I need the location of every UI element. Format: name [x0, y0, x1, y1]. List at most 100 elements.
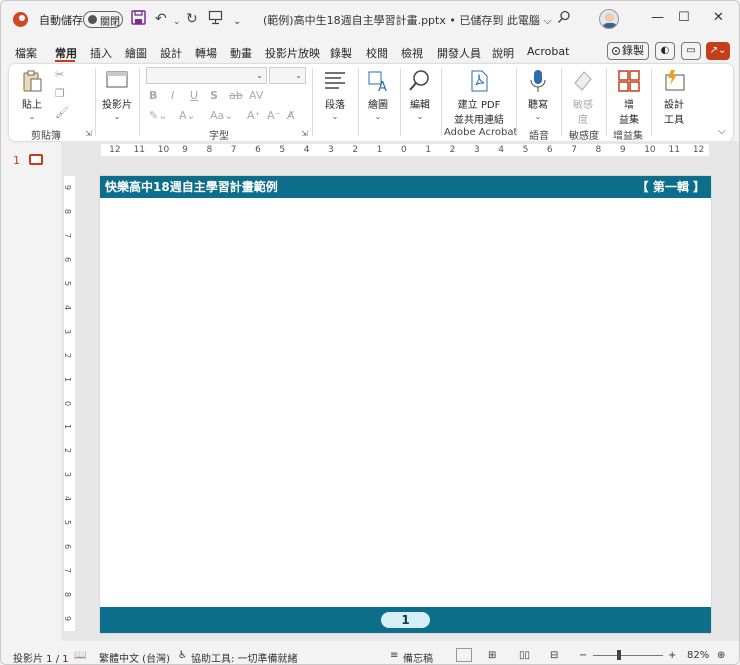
- tab-file[interactable]: 檔案: [15, 45, 37, 61]
- font-size-select[interactable]: ⌄: [269, 67, 306, 84]
- editing-button[interactable]: 編輯 ⌄: [404, 69, 436, 122]
- new-slide-button[interactable]: 投影片 ⌄: [101, 69, 133, 122]
- font-name-select[interactable]: ⌄: [146, 67, 267, 84]
- document-title[interactable]: (範例)高中生18週自主學習計畫.pptx • 已儲存到 此電腦 ⌵: [263, 12, 552, 28]
- paste-icon: [23, 70, 42, 92]
- zoom-out-button[interactable]: −: [579, 650, 587, 661]
- designer-button[interactable]: 設計 工具: [657, 69, 691, 126]
- collapse-ribbon-icon[interactable]: ⌵: [718, 126, 726, 137]
- customize-quick-access-icon[interactable]: ⌄: [233, 13, 241, 31]
- increase-font-icon[interactable]: A⁺: [247, 109, 260, 122]
- undo-dropdown-icon[interactable]: ⌄: [173, 13, 181, 31]
- camera-icon: ◐: [660, 45, 670, 56]
- powerpoint-logo-icon: [13, 12, 28, 27]
- zoom-slider-track[interactable]: [593, 655, 663, 656]
- clipboard-launcher-icon[interactable]: ⇲: [85, 129, 92, 138]
- tab-acrobat[interactable]: Acrobat: [527, 45, 569, 58]
- slide-title[interactable]: 快樂高中18週自主學習計畫範例: [105, 176, 278, 198]
- tab-view[interactable]: 檢視: [401, 45, 423, 61]
- strikethrough-button[interactable]: ab: [229, 89, 243, 102]
- share-button[interactable]: ↗⌄: [706, 42, 730, 60]
- share-icon: ↗⌄: [709, 45, 727, 56]
- ruler-tick-label: 11: [668, 145, 680, 155]
- maximize-button[interactable]: ☐: [678, 10, 690, 25]
- zoom-in-button[interactable]: +: [668, 650, 676, 661]
- save-icon[interactable]: [131, 10, 146, 30]
- font-launcher-icon[interactable]: ⇲: [301, 129, 308, 138]
- italic-button[interactable]: I: [171, 89, 174, 102]
- ruler-tick-label: 8: [206, 145, 213, 155]
- reading-view-icon[interactable]: ▯▯: [519, 650, 530, 661]
- zoom-slider-thumb[interactable]: [617, 650, 621, 660]
- record-button[interactable]: 錄製: [607, 42, 649, 60]
- tab-review[interactable]: 校閱: [366, 45, 388, 61]
- spelling-icon[interactable]: 📖: [74, 650, 86, 661]
- accessibility-status[interactable]: 協助工具: 一切準備就緒: [191, 650, 298, 664]
- slide-page-number[interactable]: 1: [381, 612, 430, 628]
- tab-insert[interactable]: 插入: [90, 45, 112, 61]
- slide-edition-label[interactable]: 【 第一輯 】: [637, 176, 705, 198]
- group-font-label: 字型: [209, 131, 229, 142]
- shadow-button[interactable]: S: [210, 89, 218, 102]
- paste-button[interactable]: 貼上 ⌄: [15, 69, 49, 122]
- ruler-tick-label: 11: [133, 145, 145, 155]
- autosave-toggle[interactable]: 關閉: [83, 11, 123, 28]
- tab-record[interactable]: 錄製: [330, 45, 352, 61]
- create-pdf-button[interactable]: 建立 PDF 並共用連結: [449, 69, 509, 126]
- tab-transitions[interactable]: 轉場: [195, 45, 217, 61]
- normal-view-icon[interactable]: [456, 648, 472, 662]
- sensitivity-button[interactable]: 敏感度: [567, 69, 599, 126]
- present-from-start-icon[interactable]: [208, 10, 223, 30]
- pdf-label-1: 建立 PDF: [457, 100, 501, 111]
- group-clipboard-label: 剪貼簿: [31, 131, 61, 142]
- bold-button[interactable]: B: [149, 89, 157, 102]
- underline-button[interactable]: U: [190, 89, 198, 102]
- zoom-level[interactable]: 82%: [687, 650, 709, 661]
- user-avatar[interactable]: [599, 9, 619, 29]
- slide-canvas[interactable]: 快樂高中18週自主學習計畫範例 【 第一輯 】 1: [100, 176, 711, 633]
- change-case-icon[interactable]: Aa⌄: [210, 109, 233, 122]
- camera-button[interactable]: ◐: [655, 42, 675, 60]
- accessibility-icon[interactable]: ♿: [178, 650, 187, 661]
- ruler-tick-label: 10: [644, 145, 656, 155]
- slide-sorter-icon[interactable]: ⊞: [488, 650, 496, 661]
- slide-count[interactable]: 投影片 1 / 1: [13, 650, 69, 664]
- highlight-icon[interactable]: ✎⌄: [149, 109, 167, 122]
- paragraph-button[interactable]: 段落 ⌄: [318, 69, 352, 122]
- decrease-font-icon[interactable]: A⁻: [267, 109, 280, 122]
- autosave-label: 自動儲存: [39, 14, 83, 27]
- language-status[interactable]: 繁體中文 (台灣): [99, 650, 170, 664]
- tab-slideshow[interactable]: 投影片放映: [265, 45, 320, 61]
- copy-icon[interactable]: ❐: [55, 87, 65, 100]
- slideshow-view-icon[interactable]: ⊟: [550, 650, 558, 661]
- clear-formatting-icon[interactable]: A̸: [287, 109, 295, 122]
- cut-icon[interactable]: ✂: [55, 68, 64, 81]
- undo-icon[interactable]: ↶: [155, 10, 167, 28]
- format-painter-icon[interactable]: 🖌: [55, 106, 69, 119]
- close-button[interactable]: ✕: [713, 10, 724, 25]
- comments-button[interactable]: ▭: [681, 42, 701, 60]
- character-spacing-button[interactable]: AV: [249, 89, 263, 102]
- ribbon-home: 貼上 ⌄ ✂ ❐ 🖌 剪貼簿 ⇲ 投影片 ⌄ ⌄ ⌄ B I U S ab AV ✎…: [9, 64, 733, 142]
- ruler-tick-label: 9: [619, 145, 626, 155]
- slide-thumbnail[interactable]: [29, 154, 43, 165]
- dictate-button[interactable]: 聽寫 ⌄: [520, 69, 556, 122]
- redo-icon[interactable]: ↻: [186, 10, 198, 28]
- tab-help[interactable]: 說明: [492, 45, 514, 61]
- minimize-button[interactable]: —: [651, 10, 664, 25]
- tab-developer[interactable]: 開發人員: [437, 45, 481, 61]
- addins-button[interactable]: 增益集: [612, 69, 646, 126]
- ruler-tick-label: 8: [63, 592, 73, 598]
- drawing-button[interactable]: A 繪圖 ⌄: [362, 69, 394, 122]
- tab-animations[interactable]: 動畫: [230, 45, 252, 61]
- designer-label-2: 工具: [664, 115, 684, 126]
- notes-icon[interactable]: ≡: [390, 650, 398, 661]
- fit-to-window-icon[interactable]: ⊕: [717, 650, 725, 661]
- font-color-icon[interactable]: A⌄: [179, 109, 196, 122]
- tab-design[interactable]: 設計: [160, 45, 182, 61]
- search-icon[interactable]: [557, 10, 571, 28]
- tab-draw[interactable]: 繪圖: [125, 45, 147, 61]
- tab-home[interactable]: 常用: [55, 45, 77, 61]
- notes-button[interactable]: 備忘稿: [403, 650, 433, 664]
- ruler-tick-label: 1: [376, 145, 383, 155]
